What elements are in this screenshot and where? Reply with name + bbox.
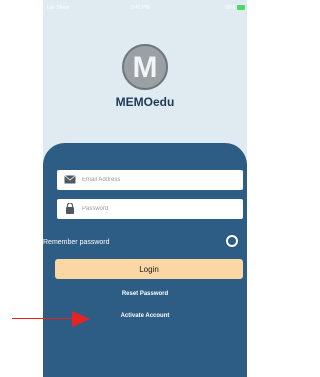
email-input[interactable] (82, 170, 237, 190)
app-logo: M (122, 44, 168, 90)
carrier-label: Lite Sheet (47, 5, 70, 11)
lock-icon (66, 203, 74, 214)
remember-password-label: Remember password (43, 239, 110, 246)
login-button[interactable]: Login (55, 259, 243, 279)
battery-icon (237, 5, 245, 10)
status-bar: Lite Sheet 9:41 PM 86% (43, 0, 247, 14)
email-icon (64, 175, 76, 184)
password-input[interactable] (82, 199, 237, 219)
password-field[interactable] (57, 199, 243, 219)
status-time: 9:41 PM (131, 5, 150, 11)
logo-letter: M (132, 51, 158, 84)
battery-label: 86% (224, 5, 235, 11)
reset-password-link[interactable]: Reset Password (43, 291, 247, 297)
email-field[interactable] (57, 170, 243, 190)
annotation-arrow-line (12, 318, 74, 319)
remember-password-toggle[interactable] (226, 235, 238, 247)
annotation-arrow-head (72, 311, 90, 327)
app-name: MEMOedu (115, 95, 175, 109)
